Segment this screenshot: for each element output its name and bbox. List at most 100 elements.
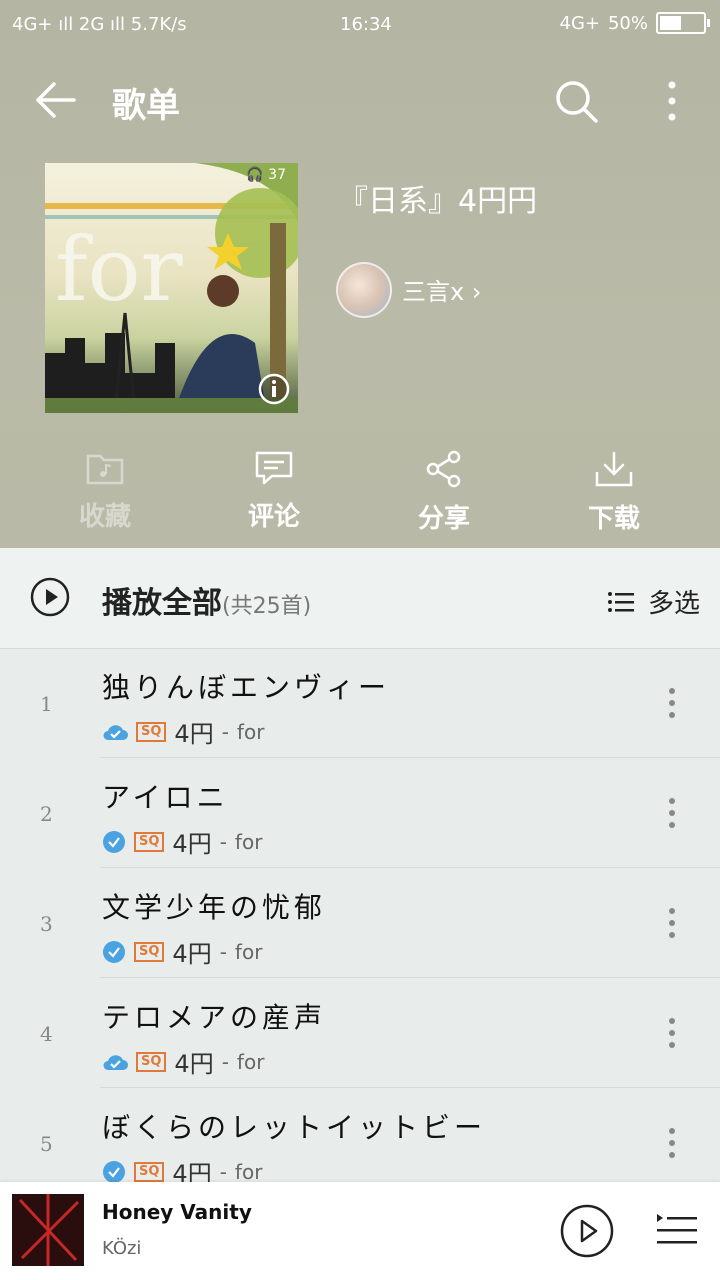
download-button[interactable]: 下载 [554, 450, 674, 535]
song-quality: 4円 [172, 830, 212, 858]
song-meta: SQ 4円 - for [102, 714, 264, 749]
signal-info: 4G+ ıll 2G ıll 5.7K/s [12, 14, 187, 35]
creator-name[interactable]: 三言x › [402, 272, 481, 307]
comment-icon [255, 451, 293, 485]
listen-count: 🎧 37 [246, 167, 286, 183]
song-more-icon[interactable] [664, 796, 680, 830]
song-more-icon[interactable] [664, 906, 680, 940]
info-icon[interactable] [258, 373, 290, 405]
song-title: 文学少年の忧郁 [102, 891, 327, 924]
song-more-icon[interactable] [664, 1016, 680, 1050]
more-vertical-icon[interactable] [660, 78, 684, 124]
song-title: ぼくらのレットイットビー [102, 1111, 487, 1144]
multi-select-label: 多选 [647, 589, 700, 619]
song-index: 3 [40, 912, 53, 936]
collect-label: 收藏 [78, 502, 131, 532]
song-album: for [234, 939, 263, 964]
play-all-text: 播放全部 [102, 586, 222, 621]
playlist-name: 『日系』4円円 [338, 184, 538, 219]
now-playing-art[interactable] [12, 1194, 84, 1266]
chevron-right-icon: › [471, 278, 482, 306]
search-icon[interactable] [553, 78, 599, 124]
share-button[interactable]: 分享 [384, 450, 504, 535]
list-icon [607, 591, 634, 612]
collect-button[interactable]: 收藏 [45, 450, 165, 533]
now-playing-artist: KÖzi [102, 1238, 142, 1259]
song-index: 5 [40, 1132, 53, 1156]
song-meta: SQ 4円 - for [102, 1044, 264, 1079]
song-index: 2 [40, 802, 53, 826]
network-type: 4G+ [559, 12, 600, 34]
headphones-icon: 🎧 [246, 167, 264, 183]
folder-music-icon [86, 454, 124, 485]
download-icon [595, 451, 633, 487]
cloud-check-icon [103, 724, 128, 740]
song-album: for [236, 719, 265, 744]
battery-icon [656, 12, 710, 34]
avatar[interactable] [336, 262, 392, 318]
meta-separator: - [219, 939, 227, 964]
song-quality: 4円 [174, 720, 214, 748]
check-circle-icon [103, 940, 125, 963]
song-title: アイロニ [102, 781, 229, 814]
comment-button[interactable]: 评论 [214, 450, 334, 533]
song-meta: SQ 4円 - for [102, 824, 262, 859]
multi-select-button[interactable]: 多选 [607, 583, 700, 620]
share-icon [426, 450, 461, 488]
check-circle-icon [103, 830, 125, 853]
top-bar: 歌单 [0, 60, 720, 140]
cloud-check-icon [103, 1054, 128, 1070]
status-bar: 4G+ ıll 2G ıll 5.7K/s 16:34 4G+ 50% [0, 0, 720, 50]
song-list: 1 独りんぼエンヴィー SQ 4円 - for 2 アイロニ SQ 4円 - for 3 文学少年の忧郁 S… [0, 648, 720, 1198]
cover-title: for [55, 218, 183, 321]
sq-badge: SQ [134, 941, 165, 962]
now-playing-title: Honey Vanity [102, 1200, 252, 1224]
page-title: 歌单 [112, 86, 180, 126]
playlist-cover[interactable]: for 🎧 37 [45, 163, 298, 413]
song-index: 1 [40, 692, 53, 716]
playlist-queue-icon[interactable] [655, 1212, 697, 1248]
song-quality: 4円 [174, 1050, 214, 1078]
mini-player[interactable]: Honey Vanity KÖzi [0, 1182, 720, 1280]
comment-label: 评论 [247, 502, 300, 532]
song-title: テロメアの産声 [102, 1001, 327, 1034]
listen-count-value: 37 [268, 167, 286, 183]
check-circle-icon [103, 1160, 125, 1183]
play-button[interactable] [560, 1204, 614, 1258]
song-more-icon[interactable] [664, 686, 680, 720]
song-index: 4 [40, 1022, 53, 1046]
song-meta: SQ 4円 - for [102, 934, 262, 969]
battery-percent: 50% [607, 12, 648, 34]
play-all-label[interactable]: 播放全部(共25首) [102, 578, 311, 622]
song-more-icon[interactable] [664, 1126, 680, 1160]
meta-separator: - [221, 1049, 229, 1074]
song-album: for [234, 829, 263, 854]
song-row[interactable]: 4 テロメアの産声 SQ 4円 - for [0, 978, 720, 1088]
song-row[interactable]: 2 アイロニ SQ 4円 - for [0, 758, 720, 868]
play-circle-icon[interactable] [30, 577, 70, 617]
album-art [18, 1194, 80, 1266]
playlist-header: 4G+ ıll 2G ıll 5.7K/s 16:34 4G+ 50% 歌单 f… [0, 0, 720, 548]
back-arrow-icon[interactable] [34, 80, 78, 120]
meta-separator: - [221, 719, 229, 744]
sq-badge: SQ [134, 831, 165, 852]
share-label: 分享 [417, 504, 470, 534]
action-row: 收藏 评论 分享 下载 [0, 450, 720, 540]
song-album: for [236, 1049, 265, 1074]
creator-name-text: 三言x [402, 278, 465, 306]
song-title: 独りんぼエンヴィー [102, 671, 391, 704]
song-row[interactable]: 3 文学少年の忧郁 SQ 4円 - for [0, 868, 720, 978]
sq-badge: SQ [136, 721, 167, 742]
meta-separator: - [219, 829, 227, 854]
song-album: for [234, 1159, 263, 1184]
battery-nub [707, 19, 710, 27]
song-quality: 4円 [172, 940, 212, 968]
song-count: (共25首) [222, 594, 312, 619]
meta-separator: - [219, 1159, 227, 1184]
sq-badge: SQ [136, 1051, 167, 1072]
download-label: 下载 [587, 504, 640, 534]
clock: 16:34 [340, 14, 392, 35]
song-row[interactable]: 1 独りんぼエンヴィー SQ 4円 - for [0, 648, 720, 758]
play-all-bar[interactable]: 播放全部(共25首) 多选 [0, 548, 720, 649]
sq-badge: SQ [134, 1161, 165, 1182]
